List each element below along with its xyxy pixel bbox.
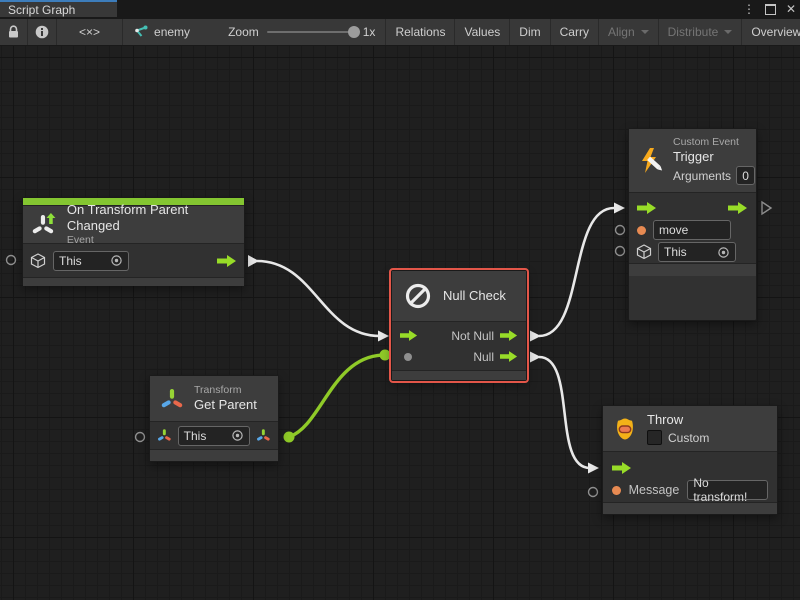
port-circle-trigger-target[interactable]: [616, 247, 625, 256]
zoom-slider-handle[interactable]: [348, 26, 360, 38]
transform-event-icon: [32, 212, 58, 238]
distribute-button[interactable]: Distribute: [659, 19, 743, 45]
wire-arrowhead: [378, 331, 389, 342]
this-dropdown[interactable]: This: [658, 242, 736, 262]
node-footer: [629, 263, 756, 276]
control-output-port[interactable]: [728, 202, 748, 214]
this-dropdown[interactable]: This: [178, 426, 251, 446]
arguments-count-field[interactable]: 0: [736, 166, 755, 185]
node-title: Trigger: [673, 149, 755, 165]
null-check-icon: [403, 281, 433, 311]
transform-output-port[interactable]: [256, 428, 271, 443]
zoom-value: 1x: [363, 25, 376, 39]
tab-strip: Script Graph ⋮ ✕: [0, 0, 800, 19]
node-title: Get Parent: [194, 397, 257, 413]
custom-label: Custom: [668, 431, 709, 445]
transform-input-port[interactable]: [157, 428, 172, 443]
code-icon: <×>: [79, 25, 100, 39]
null-label: Null: [473, 350, 494, 364]
node-title: Null Check: [443, 288, 506, 304]
tab-script-graph[interactable]: Script Graph: [0, 0, 117, 17]
node-subtitle: Event: [67, 234, 244, 247]
object-picker-icon[interactable]: [110, 254, 123, 267]
node-footer: [23, 277, 244, 286]
titlebar-buttons: ⋮ ✕: [743, 0, 796, 19]
arguments-label: Arguments: [673, 169, 731, 183]
node-title: On Transform Parent Changed: [67, 202, 244, 234]
port-circle-throw-message[interactable]: [589, 488, 598, 497]
node-throw[interactable]: Throw Custom Message No: [602, 405, 778, 515]
control-input-port[interactable]: [400, 330, 418, 341]
node-on-transform-parent-changed[interactable]: On Transform Parent Changed Event This: [22, 197, 245, 286]
code-view-button[interactable]: <×>: [57, 19, 123, 45]
wire-getparent-to-nullcheck[interactable]: [289, 355, 385, 437]
wire-event-to-nullcheck[interactable]: [257, 261, 380, 336]
value-input-port[interactable]: [404, 353, 412, 361]
relations-button[interactable]: Relations: [386, 19, 455, 45]
node-category: Transform: [194, 384, 257, 397]
custom-checkbox[interactable]: [647, 430, 662, 445]
script-graph-window: Script Graph ⋮ ✕ <×>: [0, 0, 800, 600]
align-button[interactable]: Align: [599, 19, 659, 45]
cube-icon: [30, 253, 46, 269]
node-category: Custom Event: [673, 136, 755, 149]
node-get-parent[interactable]: Transform Get Parent This: [149, 375, 279, 462]
script-graph-asset-icon: [133, 25, 148, 39]
object-picker-icon[interactable]: [231, 429, 244, 442]
port-circle-getparent-this[interactable]: [136, 433, 145, 442]
object-picker-icon[interactable]: [717, 246, 730, 259]
wire-null-to-throw[interactable]: [539, 357, 590, 468]
port-circle-trigger-name[interactable]: [616, 226, 625, 235]
carry-button[interactable]: Carry: [551, 19, 599, 45]
graph-canvas[interactable]: On Transform Parent Changed Event This: [0, 46, 800, 600]
this-dropdown[interactable]: This: [53, 251, 129, 271]
transform-icon: [159, 386, 185, 412]
maximize-icon[interactable]: [765, 4, 776, 15]
node-trigger-custom-event[interactable]: Custom Event Trigger Arguments 0: [628, 128, 757, 321]
custom-event-icon: [637, 147, 665, 175]
info-icon: [35, 25, 49, 39]
node-null-check[interactable]: Null Check Not Null Null: [391, 270, 527, 381]
lock-icon: [7, 25, 20, 39]
overview-button[interactable]: Overview: [742, 19, 800, 45]
values-button[interactable]: Values: [455, 19, 510, 45]
zoom-slider[interactable]: [267, 31, 355, 33]
zoom-label: Zoom: [228, 25, 259, 39]
node-title: Throw: [647, 412, 709, 428]
wire-notnull-to-trigger[interactable]: [539, 208, 614, 336]
message-label: Message: [629, 483, 680, 497]
chevron-down-icon: [641, 30, 649, 34]
kebab-menu-icon[interactable]: ⋮: [743, 0, 755, 19]
dim-button[interactable]: Dim: [510, 19, 550, 45]
node-footer: [150, 449, 278, 461]
string-input-port[interactable]: [612, 486, 621, 495]
info-button[interactable]: [28, 19, 57, 45]
port-circle-event-this[interactable]: [7, 256, 16, 265]
throw-error-icon: [612, 416, 638, 442]
lock-button[interactable]: [0, 19, 28, 45]
graph-name-group[interactable]: enemy: [123, 19, 200, 45]
not-null-output-port[interactable]: [500, 330, 518, 341]
control-input-port[interactable]: [637, 202, 657, 214]
zoom-control: Zoom 1x: [218, 19, 386, 45]
not-null-label: Not Null: [451, 329, 494, 343]
tab-label: Script Graph: [8, 3, 75, 17]
wire-arrowhead: [614, 203, 625, 214]
graph-toolbar: <×> enemy Zoom 1x Relations Values Dim C…: [0, 19, 800, 46]
port-triangle-trigger-out-open[interactable]: [762, 202, 771, 214]
null-output-port[interactable]: [500, 351, 518, 362]
wire-arrowhead: [588, 463, 599, 474]
cube-icon: [636, 244, 652, 260]
control-output-port[interactable]: [217, 255, 237, 267]
node-footer: [392, 370, 526, 380]
control-input-port[interactable]: [612, 462, 632, 474]
port-dot-nullcheck-in[interactable]: [380, 350, 391, 361]
graph-name: enemy: [154, 25, 190, 39]
chevron-down-icon: [724, 30, 732, 34]
close-icon[interactable]: ✕: [786, 0, 796, 19]
string-input-port[interactable]: [637, 226, 646, 235]
event-name-field[interactable]: move: [653, 220, 731, 240]
message-field[interactable]: No transform!: [687, 480, 768, 500]
